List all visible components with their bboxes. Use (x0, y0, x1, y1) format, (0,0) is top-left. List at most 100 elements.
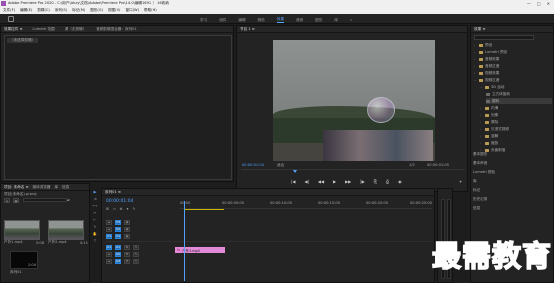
menu-clip[interactable]: 剪辑(C) (37, 8, 50, 13)
track-eye-icon[interactable]: ◉ (124, 226, 130, 232)
tab-source[interactable]: 源（无剪辑） (65, 27, 87, 32)
timeline-ruler[interactable]: 00:00 00:00:05:00 00:00:10:00 00:00:15:0… (180, 201, 432, 209)
source-patch-v1[interactable]: V1 (106, 233, 112, 239)
new-bin-icon[interactable]: ▰ (67, 198, 70, 202)
source-patch-a1[interactable]: A1 (106, 244, 112, 250)
pen-tool-icon[interactable]: ✎ (93, 225, 96, 229)
track-target-v3[interactable]: V3 (115, 219, 121, 225)
home-icon[interactable] (8, 16, 14, 22)
menu-marker[interactable]: 标记(M) (72, 8, 85, 13)
track-solo-button[interactable]: S (133, 244, 139, 250)
type-tool-icon[interactable]: T (94, 239, 96, 243)
track-mute-button[interactable]: M (124, 251, 130, 257)
effects-browser-title[interactable]: 效果 ≡ (474, 27, 485, 32)
slip-tool-icon[interactable]: ⊢ (93, 218, 96, 222)
track-mute-button[interactable]: M (124, 244, 130, 250)
tree-item-video-transitions[interactable]: ⌄ 视频过渡 (474, 77, 499, 83)
effects-search-input[interactable] (474, 35, 534, 40)
tab-audio-clip-mixer[interactable]: 音频剪辑混合器：序列01 (96, 27, 137, 32)
section-essential-sound[interactable]: 基本声音 (473, 161, 487, 166)
go-to-in-button[interactable]: |◀ (291, 179, 295, 184)
timeline-clip[interactable]: fx 户外1.mp4 (175, 247, 225, 253)
track-target-v1[interactable]: V1 (115, 233, 121, 239)
timeline-timecode[interactable]: 00:00:01:04 (106, 199, 133, 204)
tree-item-cube-spin[interactable]: 立方体旋转 (486, 91, 510, 97)
program-current-timecode[interactable]: 00:00:01:04 (242, 163, 264, 167)
add-marker-icon[interactable]: ▾ (127, 207, 129, 211)
section-history[interactable]: 历史记录 (473, 197, 487, 202)
track-mute-button[interactable]: M (124, 258, 130, 264)
tab-lumetri-scopes[interactable]: Lumetri 范围 (33, 27, 55, 32)
program-video-frame[interactable] (273, 40, 435, 161)
workspace-graphics[interactable]: 图形 (315, 18, 322, 23)
tab-effect-controls[interactable]: 效果控件 ≡ (4, 27, 23, 32)
workspace-audio[interactable]: 音频 (296, 18, 303, 23)
close-button[interactable]: ✕ (547, 1, 550, 6)
linked-selection-icon[interactable]: ⊗ (120, 207, 123, 211)
project-clip-item[interactable]: 户外1.mp4 5:08 (4, 220, 44, 245)
track-eye-icon[interactable]: ◉ (124, 233, 130, 239)
list-view-icon[interactable]: ≡ (4, 198, 10, 203)
timeline-playhead[interactable] (184, 201, 185, 281)
track-lock-icon[interactable]: 🔒︎ (106, 258, 112, 264)
tree-item-flip[interactable]: 翻转 (486, 98, 552, 104)
workspace-assembly[interactable]: 组件 (219, 18, 226, 23)
tab-info[interactable]: 信息 (62, 185, 69, 190)
section-libraries[interactable]: 库 (473, 179, 477, 184)
hand-tool-icon[interactable]: ✋ (93, 232, 97, 236)
workspace-learn[interactable]: 学习 (200, 18, 207, 23)
section-lumetri-color[interactable]: Lumetri 颜色 (473, 170, 495, 175)
menu-sequence[interactable]: 序列(S) (55, 8, 67, 13)
work-area-bar[interactable] (184, 209, 224, 210)
tree-item-wipe[interactable]: › 擦除 (480, 119, 498, 125)
workspace-more-button[interactable]: » (350, 18, 352, 22)
tree-item-lumetri-presets[interactable]: › Lumetri 预设 (474, 49, 507, 55)
workspace-effects[interactable]: 效果 (276, 17, 284, 23)
add-button[interactable]: + (459, 179, 462, 184)
menu-window[interactable]: 窗口(W) (125, 8, 139, 13)
tree-item-presets[interactable]: › 预设 (474, 42, 492, 48)
program-scrub-bar[interactable] (241, 169, 465, 173)
minimize-button[interactable]: — (527, 1, 531, 6)
icon-view-icon[interactable]: ▦ (13, 198, 19, 203)
tree-item-slide[interactable]: › 内滑 (480, 105, 498, 111)
selection-tool-icon[interactable]: ▶ (94, 190, 97, 194)
tab-libraries[interactable]: 库 (54, 185, 58, 190)
lift-button[interactable]: ⎘ (374, 179, 377, 184)
section-markers[interactable]: 标记 (473, 188, 480, 193)
tree-item-video-effects[interactable]: › 视频效果 (474, 70, 499, 76)
tree-item-audio-transitions[interactable]: › 音频过渡 (474, 63, 499, 69)
workspace-color[interactable]: 颜色 (258, 18, 265, 23)
track-target-a1[interactable]: A1 (115, 244, 121, 250)
project-sequence-item[interactable]: 1:04 (10, 251, 38, 269)
maximize-button[interactable]: □ (537, 1, 541, 6)
menu-file[interactable]: 文件(F) (3, 8, 15, 13)
tree-item-immersive-video[interactable]: › 沉浸式视频 (480, 126, 509, 132)
ripple-edit-tool-icon[interactable]: ⟷ (92, 204, 97, 208)
track-solo-button[interactable]: S (133, 251, 139, 257)
wrench-icon[interactable]: ✎ (132, 207, 135, 211)
tree-item-iris[interactable]: › 划像 (480, 112, 498, 118)
program-monitor-title[interactable]: 节目 1 ≡ (240, 27, 255, 32)
extract-button[interactable]: ⎙ (386, 179, 389, 184)
razor-tool-icon[interactable]: ✂ (93, 211, 96, 215)
menu-view[interactable]: 视图(V) (108, 8, 120, 13)
tree-item-dissolve[interactable]: › 溶解 (480, 133, 498, 139)
track-eye-icon[interactable]: ◉ (124, 219, 130, 225)
tree-item-audio-effects[interactable]: › 音频效果 (474, 56, 499, 62)
export-frame-button[interactable]: ◉ (398, 179, 402, 184)
timeline-sequence-tab[interactable]: 序列01 ≡ (105, 190, 121, 195)
go-to-out-button[interactable]: ◀| (304, 179, 308, 184)
project-search-input[interactable] (23, 198, 67, 202)
tree-item-3d-motion[interactable]: ⌄ 3D 运动 (480, 84, 504, 90)
track-target-v2[interactable]: V2 (115, 226, 121, 232)
track-lock-icon[interactable]: 🔒︎ (106, 219, 112, 225)
track-select-tool-icon[interactable]: ⇉ (93, 197, 96, 201)
snap-icon[interactable]: ∩ (113, 207, 116, 211)
track-target-a3[interactable]: A3 (115, 258, 121, 264)
tree-item-zoom[interactable]: › 缩放 (480, 140, 498, 146)
program-playhead-marker[interactable] (293, 170, 297, 173)
play-button[interactable]: ▶ (333, 179, 336, 184)
section-essential-graphics[interactable]: 基本图形 (473, 152, 487, 157)
menu-help[interactable]: 帮助(H) (144, 8, 157, 13)
